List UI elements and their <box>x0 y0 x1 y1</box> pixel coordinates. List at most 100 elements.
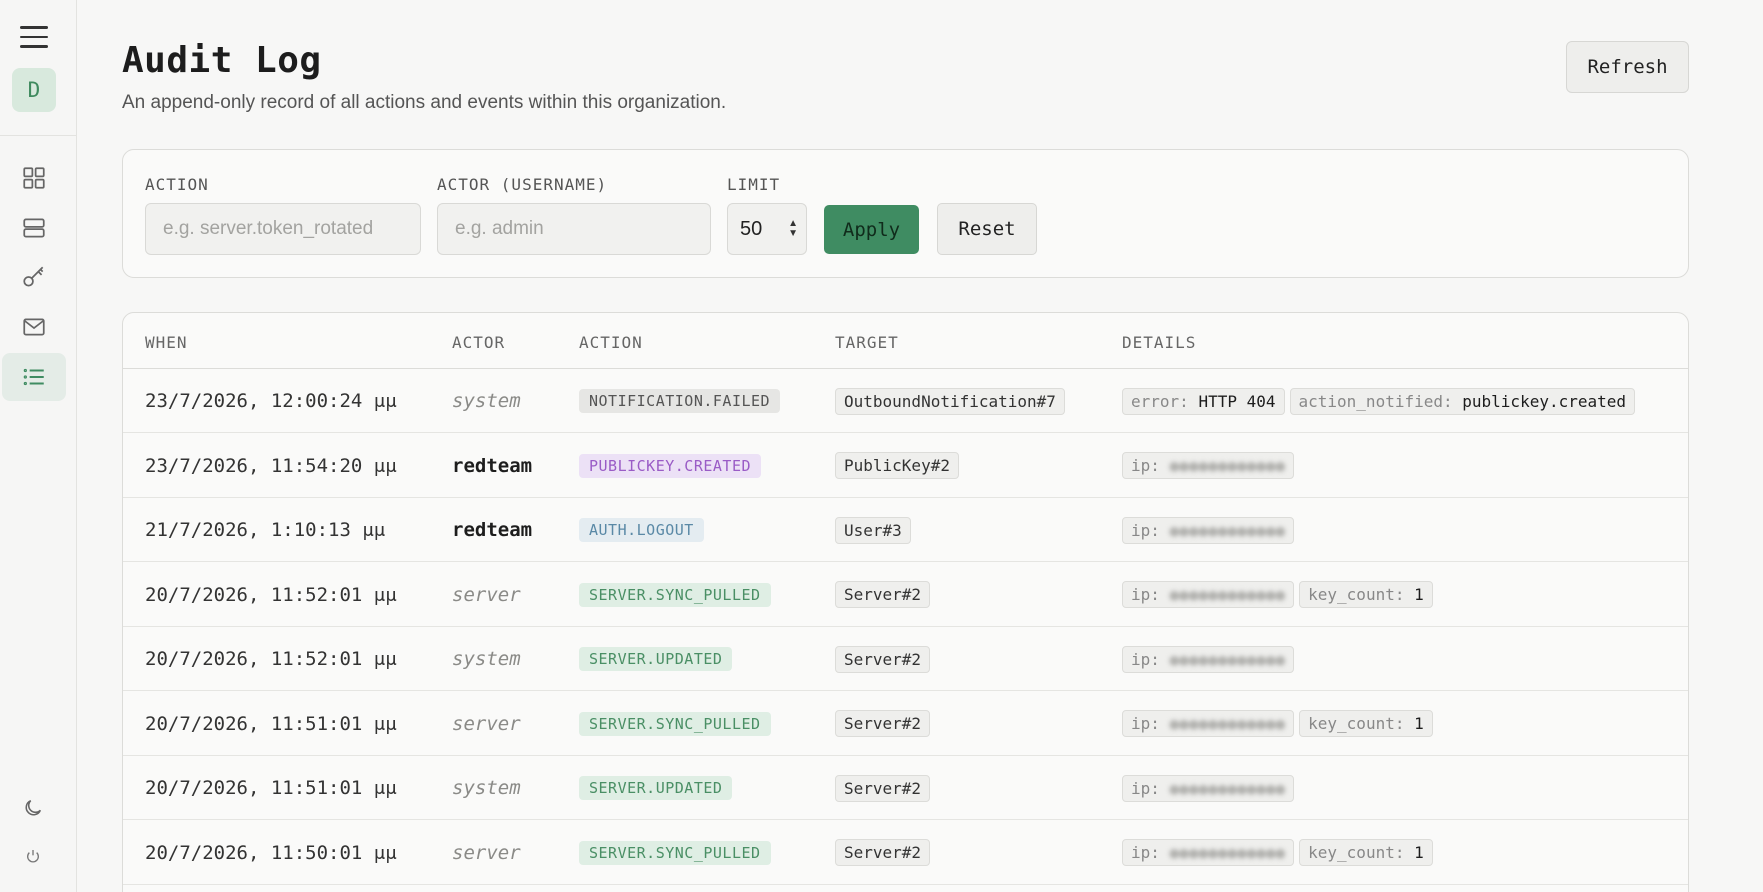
action-cell: SERVER.UPDATED <box>579 627 733 691</box>
action-cell: PUBLICKEY.CREATED <box>579 434 762 498</box>
details-cell: ip: ●●●●●●●●●●●● <box>1122 434 1295 498</box>
nav-item-servers[interactable] <box>2 204 66 252</box>
avatar[interactable]: D <box>12 68 56 112</box>
limit-label: LIMIT <box>727 175 781 194</box>
detail-chip: key_count: 1 <box>1299 581 1433 608</box>
target-chip[interactable]: PublicKey#2 <box>835 452 959 479</box>
column-header-when: WHEN <box>145 333 188 352</box>
detail-key: error: <box>1131 391 1189 411</box>
audit-log-table: WHEN ACTOR ACTION TARGET DETAILS 23/7/20… <box>122 312 1689 892</box>
nav-item-dashboard[interactable] <box>2 154 66 202</box>
actor-filter-label: ACTOR (USERNAME) <box>437 175 608 194</box>
detail-key: ip: <box>1131 714 1160 733</box>
sidebar: D <box>0 0 77 892</box>
action-filter-input[interactable] <box>145 203 421 255</box>
table-row[interactable]: 20/7/2026, 11:51:01 μμ system SERVER.UPDAT… <box>123 756 1688 820</box>
detail-value: 1 <box>1414 714 1424 733</box>
limit-value: 50 <box>740 217 763 240</box>
detail-chip: ip: ●●●●●●●●●●●● <box>1122 581 1295 608</box>
actor-name: redteam <box>452 519 533 541</box>
nav-item-keys[interactable] <box>2 253 66 301</box>
limit-select[interactable]: 50 ▲ ▼ <box>727 203 807 255</box>
table-row[interactable]: 20/7/2026, 11:52:01 μμ server SERVER.SYNC_… <box>123 563 1688 627</box>
nav-item-audit-log[interactable] <box>2 353 66 401</box>
timestamp: 20/7/2026, 11:52:01 μμ <box>145 648 397 670</box>
table-row[interactable]: 23/7/2026, 12:00:24 μμ system NOTIFICATION… <box>123 369 1688 433</box>
timestamp: 20/7/2026, 11:51:01 μμ <box>145 777 397 799</box>
reset-button[interactable]: Reset <box>937 203 1037 255</box>
actor-name: server <box>452 712 521 735</box>
table-row[interactable]: 20/7/2026, 11:52:01 μμ system SERVER.UPDAT… <box>123 627 1688 691</box>
theme-toggle[interactable] <box>20 795 46 821</box>
table-row[interactable]: 20/7/2026, 11:51:01 μμ server SERVER.SYNC_… <box>123 692 1688 756</box>
action-cell: SERVER.SYNC_PULLED <box>579 692 771 756</box>
target-chip[interactable]: User#3 <box>835 516 911 544</box>
moon-icon <box>25 799 42 816</box>
detail-key: key_count: <box>1308 714 1405 733</box>
action-cell: NOTIFICATION.FAILED <box>579 369 781 433</box>
action-cell: SERVER.UPDATED <box>579 756 733 820</box>
target-cell: Server#2 <box>835 627 931 691</box>
detail-key: ip: <box>1131 649 1160 669</box>
redacted-value: ●●●●●●●●●●●● <box>1169 585 1286 604</box>
actor-name: system <box>452 777 521 799</box>
actor-name: system <box>452 390 521 412</box>
column-header-target: TARGET <box>835 333 899 352</box>
table-row[interactable]: 23/7/2026, 11:54:20 μμ redteam PUBLICKEY.C… <box>123 434 1688 498</box>
timestamp: 20/7/2026, 11:52:01 μμ <box>145 583 397 606</box>
detail-value: 1 <box>1414 585 1424 604</box>
table-row[interactable]: 21/7/2026, 1:10:13 μμ redteam AUTH.LOGOUT U… <box>123 498 1688 562</box>
details-cell: error: HTTP 404 action_notified: publicke… <box>1122 369 1636 433</box>
target-chip[interactable]: OutboundNotification#7 <box>835 387 1065 415</box>
page-subtitle: An append-only record of all actions and… <box>122 92 727 113</box>
target-cell: User#3 <box>835 498 911 562</box>
action-cell: AUTH.LOGOUT <box>579 498 704 562</box>
page-title: Audit Log <box>122 40 322 81</box>
timestamp: 23/7/2026, 12:00:24 μμ <box>145 390 397 412</box>
detail-key: ip: <box>1131 520 1160 540</box>
refresh-button[interactable]: Refresh <box>1566 41 1689 93</box>
detail-chip: ip: ●●●●●●●●●●●● <box>1122 774 1295 802</box>
target-chip[interactable]: Server#2 <box>835 581 931 608</box>
logout-button[interactable] <box>20 843 46 869</box>
target-chip[interactable]: Server#2 <box>835 839 931 866</box>
target-chip[interactable]: Server#2 <box>835 645 931 673</box>
actor-name: server <box>452 841 521 864</box>
details-cell: ip: ●●●●●●●●●●●● key_count: 1 <box>1122 563 1433 627</box>
table-row[interactable]: 20/7/2026, 11:50:01 μμ server SERVER.SYNC_… <box>123 821 1688 885</box>
action-badge: SERVER.SYNC_PULLED <box>579 840 771 865</box>
action-cell: SERVER.SYNC_PULLED <box>579 563 771 627</box>
apply-button[interactable]: Apply <box>824 205 919 254</box>
detail-chip: error: HTTP 404 <box>1122 387 1285 415</box>
target-chip[interactable]: Server#2 <box>835 774 931 802</box>
redacted-value: ●●●●●●●●●●●● <box>1169 456 1286 475</box>
detail-chip: key_count: 1 <box>1299 710 1433 737</box>
detail-key: key_count: <box>1308 843 1405 862</box>
detail-key: key_count: <box>1308 585 1405 604</box>
timestamp: 23/7/2026, 11:54:20 μμ <box>145 454 397 477</box>
target-cell: Server#2 <box>835 563 931 627</box>
nav-item-notifications[interactable] <box>2 303 66 351</box>
list-icon <box>23 368 44 386</box>
actor-filter-input[interactable] <box>437 203 711 255</box>
power-icon <box>27 850 39 863</box>
detail-key: ip: <box>1131 456 1160 475</box>
action-badge: PUBLICKEY.CREATED <box>579 453 762 478</box>
timestamp: 20/7/2026, 11:51:01 μμ <box>145 712 397 735</box>
target-cell: Server#2 <box>835 821 931 885</box>
target-chip[interactable]: Server#2 <box>835 710 931 737</box>
actor-name: redteam <box>452 454 533 477</box>
column-header-action: ACTION <box>579 333 643 352</box>
details-cell: ip: ●●●●●●●●●●●● key_count: 1 <box>1122 692 1433 756</box>
key-icon <box>23 266 44 287</box>
detail-chip: ip: ●●●●●●●●●●●● <box>1122 516 1295 544</box>
filter-panel: ACTION ACTOR (USERNAME) LIMIT 50 ▲▼ Appl… <box>122 149 1689 278</box>
detail-key: ip: <box>1131 843 1160 862</box>
actor-name: system <box>452 648 521 670</box>
mail-icon <box>23 318 45 336</box>
server-icon <box>23 218 45 238</box>
target-cell: PublicKey#2 <box>835 434 959 498</box>
hamburger-menu-icon[interactable] <box>20 26 48 52</box>
target-cell: Server#2 <box>835 692 931 756</box>
target-cell: OutboundNotification#7 <box>835 369 1065 433</box>
